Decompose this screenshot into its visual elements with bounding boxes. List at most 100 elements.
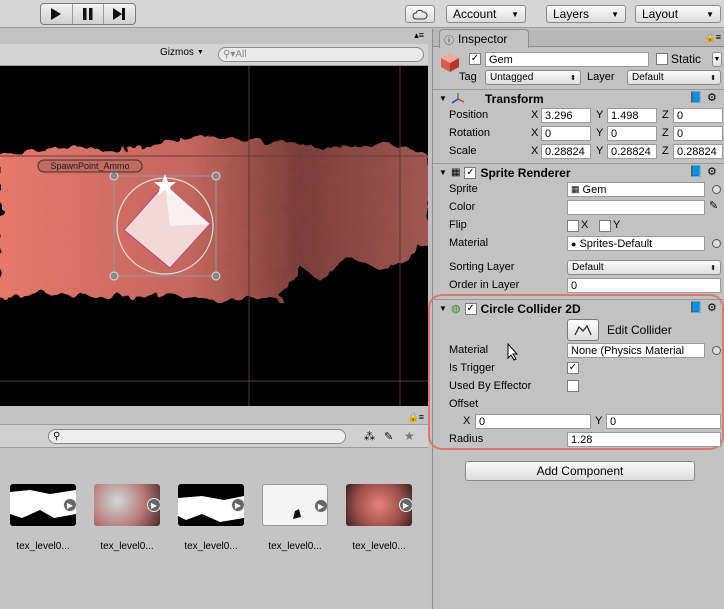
cloud-icon xyxy=(412,9,428,19)
help-book-icon[interactable]: 📘 xyxy=(689,91,703,104)
gear-icon[interactable]: ⚙ xyxy=(707,91,717,104)
step-button[interactable] xyxy=(104,4,135,24)
scene-tabbar: ▴≡ xyxy=(0,28,428,44)
collider-material-field[interactable]: None (Physics Material xyxy=(567,343,705,358)
account-label: Account xyxy=(453,7,497,21)
flip-y-checkbox[interactable] xyxy=(599,220,611,232)
sprite-value: Gem xyxy=(582,183,607,196)
filter-type-icon[interactable]: ⁂ xyxy=(364,430,375,443)
offset-y-label: Y xyxy=(595,415,603,427)
inspector-panel: ⓘ Inspector 🔒≡ ✓ Gem Static ▼ Tag Untagge… xyxy=(428,29,724,609)
layout-dropdown[interactable]: Layout ▼ xyxy=(635,5,721,23)
project-search-input[interactable]: ⚲ xyxy=(48,429,346,444)
edit-collider-button[interactable] xyxy=(567,319,599,341)
asset-label: tex_level0... xyxy=(16,541,70,552)
scale-label: Scale xyxy=(449,145,477,157)
flip-y-label: Y xyxy=(613,219,621,231)
sprite-renderer-header[interactable]: ▼ ▦ ✓ Sprite Renderer xyxy=(433,163,724,181)
asset-label: tex_level0... xyxy=(100,541,154,552)
tag-dropdown[interactable]: Untagged ⬍ xyxy=(485,70,581,85)
object-picker-icon[interactable] xyxy=(712,185,721,194)
color-field[interactable] xyxy=(567,200,705,215)
material-field[interactable]: ● Sprites-Default xyxy=(567,236,705,251)
radius-field[interactable]: 1.28 xyxy=(567,432,721,447)
object-name-field[interactable]: Gem xyxy=(485,52,649,67)
material-label: Material xyxy=(449,237,489,249)
used-by-effector-label: Used By Effector xyxy=(449,380,532,392)
sprite-renderer-enabled-checkbox[interactable]: ✓ xyxy=(464,166,477,179)
object-picker-icon[interactable] xyxy=(712,239,721,248)
circle-collider-enabled-checkbox[interactable]: ✓ xyxy=(464,302,477,315)
rotation-y-label: Y xyxy=(596,127,604,139)
is-trigger-checkbox[interactable]: ✓ xyxy=(567,362,579,374)
collapse-arrow-icon[interactable]: ▼ xyxy=(437,168,449,177)
offset-y-field[interactable]: 0 xyxy=(606,414,721,429)
rotation-x-field[interactable]: 0 xyxy=(541,126,591,141)
tab-inspector-label: Inspector xyxy=(458,32,508,46)
asset-label: tex_level0... xyxy=(268,541,322,552)
scale-x-field[interactable]: 0.28824 xyxy=(541,144,591,159)
play-badge-icon[interactable]: ▶ xyxy=(231,498,244,512)
eyedropper-icon[interactable]: ✎ xyxy=(709,199,718,212)
lock-icon[interactable]: 🔒≡ xyxy=(408,412,424,423)
rotation-x-label: X xyxy=(531,127,539,139)
tab-inspector[interactable]: ⓘ Inspector xyxy=(439,29,529,48)
tag-label: Tag xyxy=(459,71,477,83)
order-in-layer-field[interactable]: 0 xyxy=(567,278,721,293)
asset-thumbnail[interactable]: ▶ xyxy=(262,484,328,526)
add-component-button[interactable]: Add Component xyxy=(465,461,695,481)
help-book-icon[interactable]: 📘 xyxy=(689,301,703,314)
play-badge-icon[interactable]: ▶ xyxy=(63,498,76,512)
sprite-field[interactable]: ▦ Gem xyxy=(567,182,705,197)
collapse-arrow-icon[interactable]: ▼ xyxy=(437,304,449,313)
layers-dropdown[interactable]: Layers ▼ xyxy=(546,5,626,23)
play-badge-icon[interactable]: ▶ xyxy=(147,498,160,512)
layer-dropdown[interactable]: Default ⬍ xyxy=(627,70,721,85)
filter-label-icon[interactable]: ✎ xyxy=(384,430,393,443)
cloud-button[interactable] xyxy=(405,5,435,23)
position-y-field[interactable]: 1.498 xyxy=(607,108,657,123)
scene-search-input[interactable]: ⚲▾ All xyxy=(218,47,424,62)
asset-thumbnail[interactable]: ▶ xyxy=(94,484,160,526)
rotation-z-field[interactable]: 0 xyxy=(673,126,723,141)
panel-menu-icon[interactable]: 🔒≡ xyxy=(705,32,721,43)
spawnpoint-label[interactable]: SpawnPoint_Ammo xyxy=(38,160,142,172)
rotation-z-label: Z xyxy=(662,127,669,139)
account-dropdown[interactable]: Account ▼ xyxy=(446,5,526,23)
asset-thumbnail[interactable]: ▶ xyxy=(346,484,412,526)
asset-thumbnail[interactable]: ▶ xyxy=(10,484,76,526)
sorting-layer-dropdown[interactable]: Default ⬍ xyxy=(567,260,721,275)
rotation-y-field[interactable]: 0 xyxy=(607,126,657,141)
asset-thumbnail[interactable]: ▶ xyxy=(178,484,244,526)
gear-icon[interactable]: ⚙ xyxy=(707,301,717,314)
object-picker-icon[interactable] xyxy=(712,346,721,355)
pause-button[interactable] xyxy=(73,4,105,24)
play-badge-icon[interactable]: ▶ xyxy=(399,498,412,512)
flip-x-checkbox[interactable] xyxy=(567,220,579,232)
offset-x-field[interactable]: 0 xyxy=(475,414,591,429)
collapse-arrow-icon[interactable]: ▼ xyxy=(437,94,449,103)
help-book-icon[interactable]: 📘 xyxy=(689,165,703,178)
used-by-effector-checkbox[interactable] xyxy=(567,380,579,392)
circle-collider-header[interactable]: ▼ ◍ ✓ Circle Collider 2D xyxy=(433,299,724,317)
scene-view[interactable]: SpawnPoint_Ammo xyxy=(0,66,428,406)
radius-label: Radius xyxy=(449,433,484,445)
scale-y-field[interactable]: 0.28824 xyxy=(607,144,657,159)
transform-header[interactable]: ▼ Transform xyxy=(433,89,724,107)
sprite-label: Sprite xyxy=(449,183,478,195)
gear-icon[interactable]: ⚙ xyxy=(707,165,717,178)
panel-menu-icon[interactable]: ▴≡ xyxy=(414,30,424,41)
position-z-field[interactable]: 0 xyxy=(673,108,723,123)
flip-x-label: X xyxy=(581,219,589,231)
static-checkbox[interactable] xyxy=(656,53,668,65)
scale-z-field[interactable]: 0.28824 xyxy=(673,144,723,159)
position-x-field[interactable]: 3.296 xyxy=(541,108,591,123)
gizmos-dropdown[interactable]: Gizmos ▼ xyxy=(160,47,204,58)
static-dropdown[interactable]: ▼ xyxy=(712,52,722,67)
object-active-checkbox[interactable]: ✓ xyxy=(469,53,481,65)
scene-canvas[interactable] xyxy=(0,66,428,406)
layout-label: Layout xyxy=(642,7,679,21)
play-badge-icon[interactable]: ▶ xyxy=(314,499,327,513)
play-button[interactable] xyxy=(41,4,73,24)
favorite-star-icon[interactable]: ★ xyxy=(404,429,415,443)
